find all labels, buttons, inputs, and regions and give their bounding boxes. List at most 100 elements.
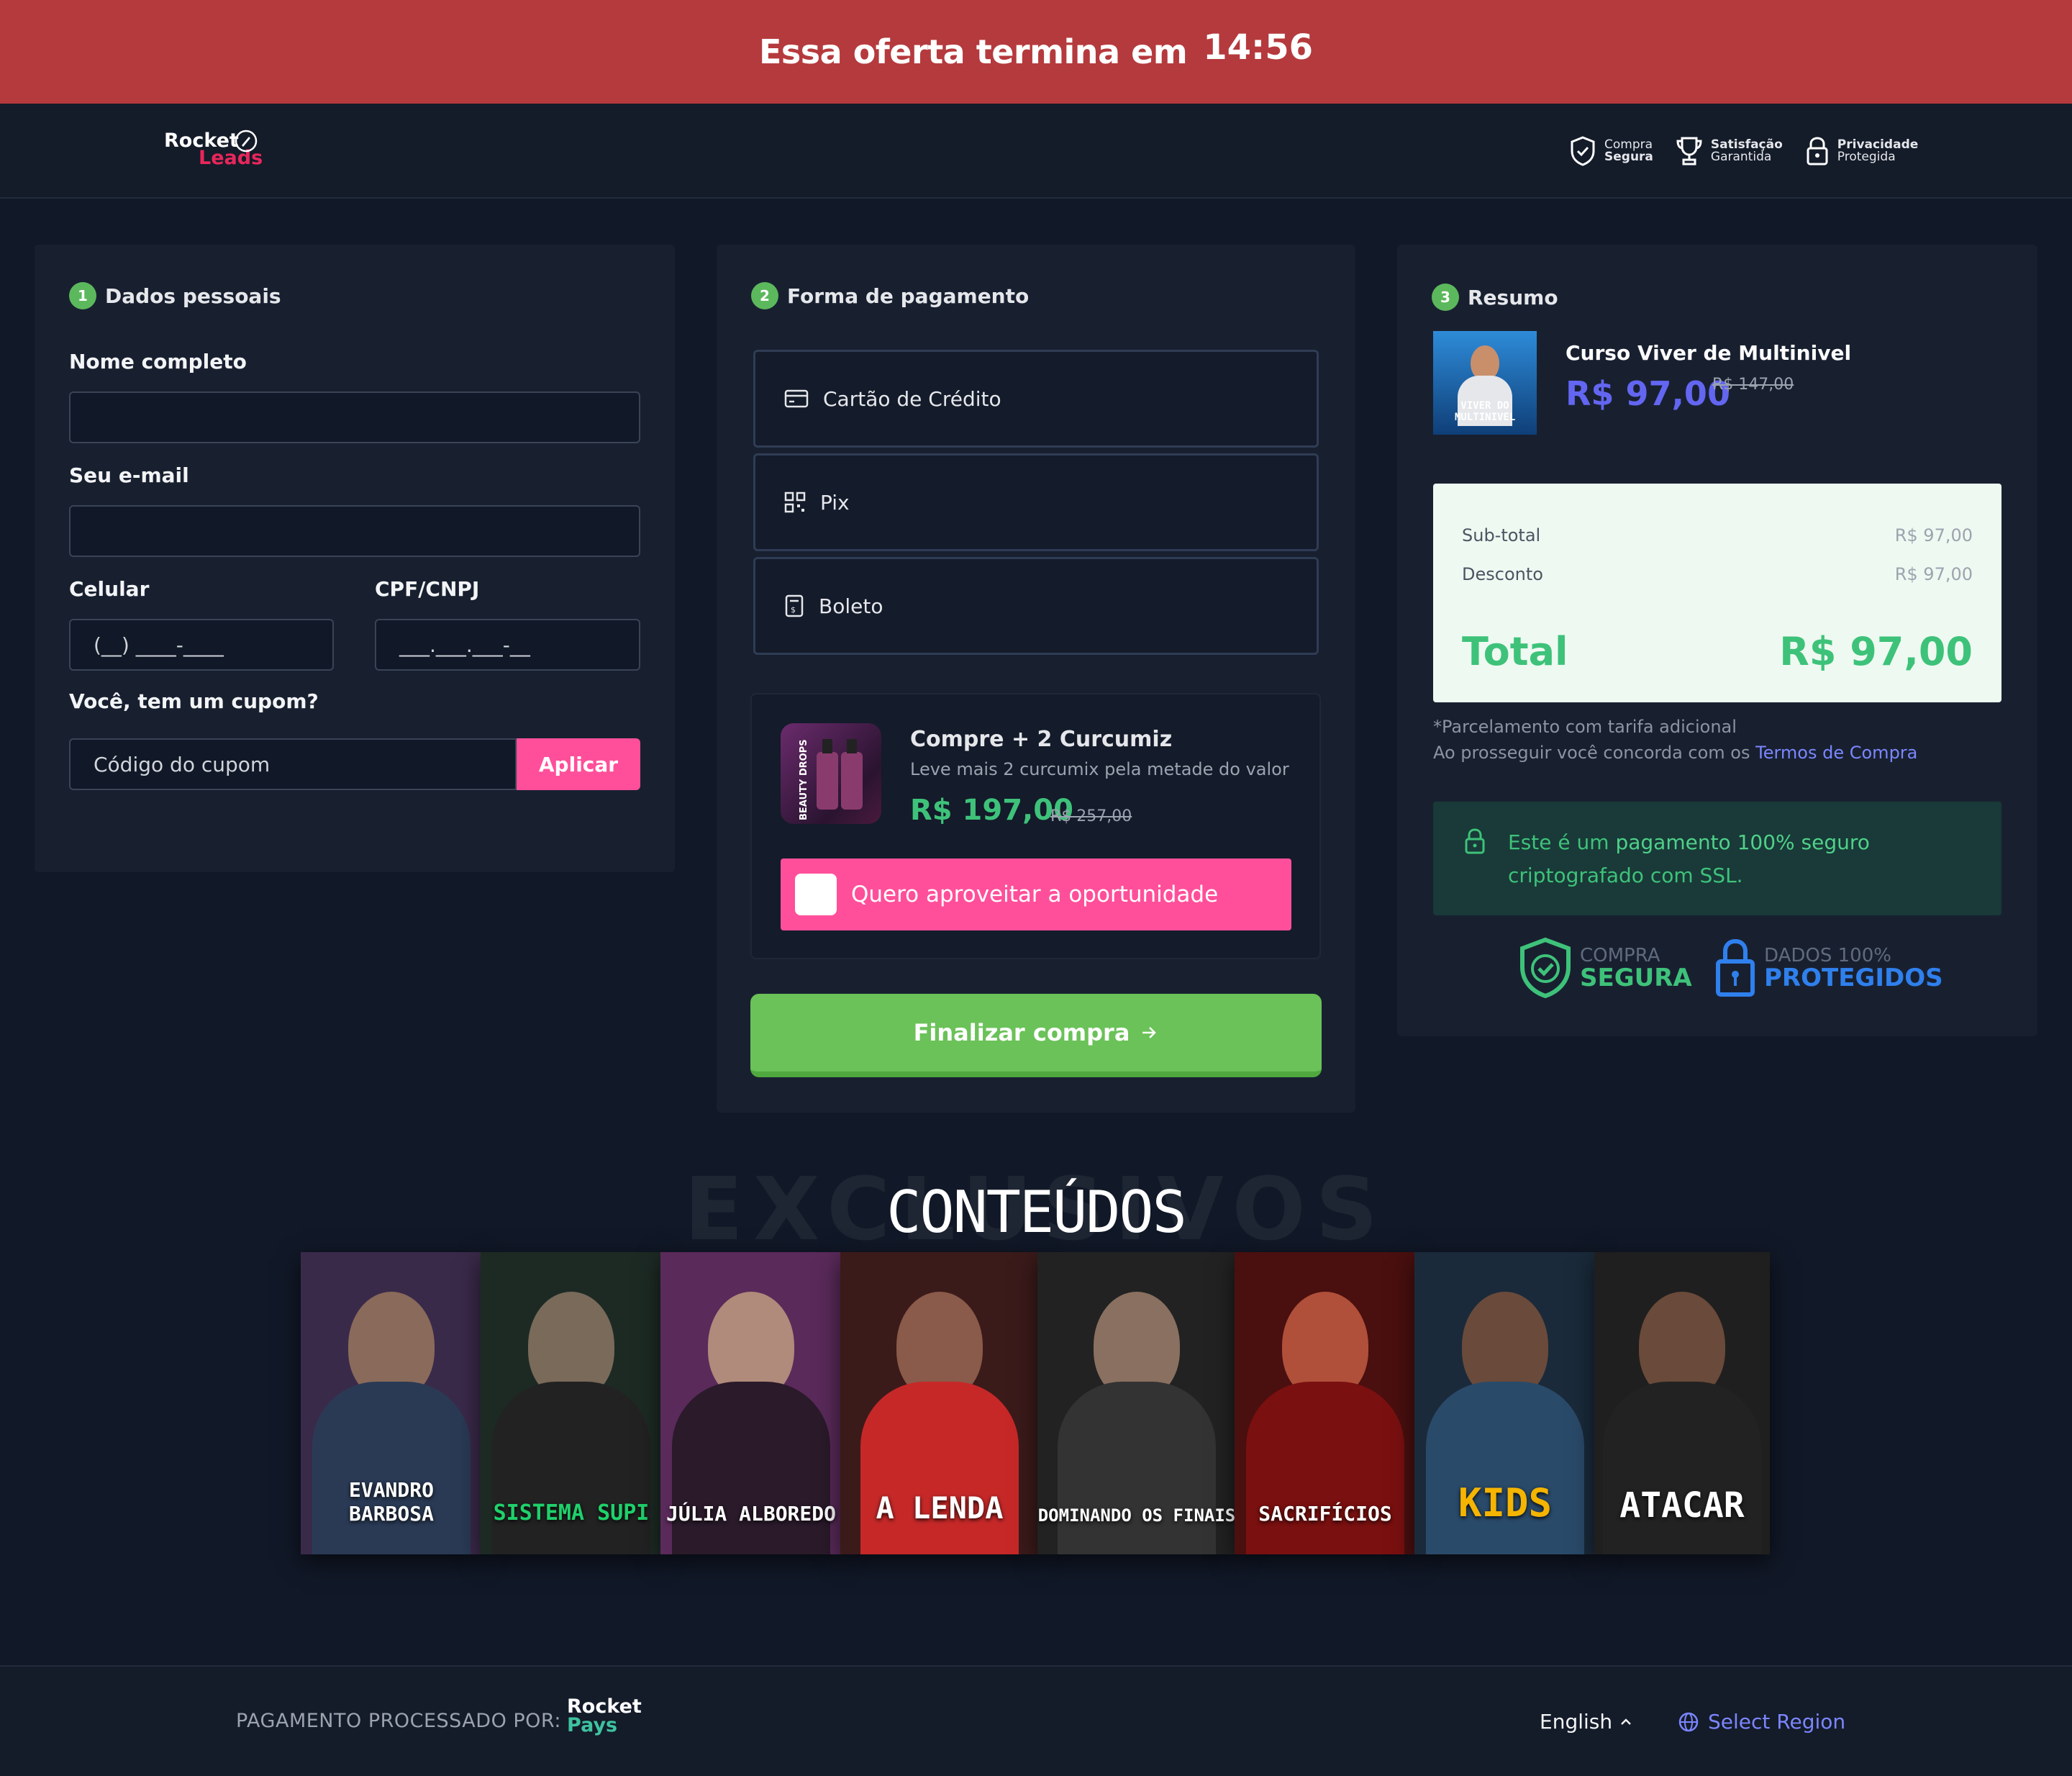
- seal1-bottom: SEGURA: [1580, 964, 1692, 992]
- upsell-title: Compre + 2 Curcumiz: [910, 727, 1173, 752]
- course-showcase: EVANDRO BARBOSA SISTEMA SUPI JÚLIA ALBOR…: [301, 1252, 1770, 1562]
- credit-card-icon: [784, 389, 809, 408]
- globe-icon: [1678, 1712, 1699, 1731]
- arrow-right-icon: [1142, 1027, 1157, 1038]
- step-heading-personal: 1 Dados pessoais: [69, 282, 281, 309]
- step-title: Resumo: [1468, 285, 1558, 309]
- ssl-secure-notice: Este é um pagamento 100% seguro criptogr…: [1433, 802, 2001, 915]
- upsell-cta-label: Quero aproveitar a oportunidade: [851, 882, 1219, 907]
- step-heading-payment: 2 Forma de pagamento: [751, 282, 1029, 309]
- poster-chessflix-kids[interactable]: KIDS: [1414, 1252, 1596, 1554]
- upsell-image-text: BEAUTY DROPS: [799, 739, 809, 820]
- product-thumbnail: VIVER DO MULTINIVEL: [1433, 331, 1537, 435]
- shield-check-icon: [1520, 937, 1571, 999]
- product-old-price: R$ 147,00: [1712, 376, 1794, 394]
- terms-link[interactable]: Termos de Compra: [1755, 743, 1917, 763]
- badge-line2: Protegida: [1837, 150, 1896, 164]
- poster-title: SACRIFÍCIOS: [1258, 1502, 1392, 1526]
- coupon-input[interactable]: Código do cupom: [69, 738, 517, 790]
- region-selector[interactable]: Select Region: [1678, 1710, 1845, 1734]
- apply-coupon-button[interactable]: Aplicar: [517, 738, 640, 790]
- rocket-pays-logo-line2: Pays: [567, 1714, 618, 1736]
- cpf-cnpj-label: CPF/CNPJ: [375, 577, 480, 601]
- showcase-title: CONTEÚDOS: [886, 1179, 1186, 1246]
- order-totals: Sub-total R$ 97,00 Desconto R$ 97,00 Tot…: [1433, 484, 2001, 702]
- language-selector[interactable]: English: [1540, 1710, 1632, 1734]
- discount-value: R$ 97,00: [1894, 564, 1973, 584]
- language-label: English: [1540, 1710, 1613, 1734]
- poster-julia-alboredo[interactable]: JÚLIA ALBOREDO: [660, 1252, 842, 1554]
- badge-satisfacao: Satisfação Garantida: [1675, 135, 1783, 167]
- poster-title: SISTEMA SUPI: [493, 1500, 650, 1526]
- poster-sistema-supi[interactable]: SISTEMA SUPI: [481, 1252, 662, 1554]
- phone-input[interactable]: (__) ____-____: [69, 619, 334, 671]
- svg-text:$: $: [791, 605, 796, 615]
- poster-como-atacar[interactable]: ATACAR: [1594, 1252, 1770, 1554]
- upsell-checkbox[interactable]: [795, 874, 837, 915]
- site-footer: PAGAMENTO PROCESSADO POR: Rocket Pays En…: [0, 1665, 2072, 1776]
- poster-a-lenda[interactable]: A LENDA: [840, 1252, 1039, 1554]
- lock-icon: [1465, 828, 1485, 854]
- trust-badges: Compra Segura Satisfação Garantida Privaci…: [1568, 135, 1918, 167]
- seal1-top: COMPRA: [1580, 945, 1660, 966]
- installment-note: *Parcelamento com tarifa adicional: [1433, 717, 1737, 737]
- seal2-bottom: PROTEGIDOS: [1764, 964, 1943, 992]
- email-label: Seu e-mail: [69, 463, 189, 487]
- seal-dados-protegidos: DADOS 100% PROTEGIDOS: [1714, 937, 1943, 999]
- total-label: Total: [1462, 629, 1568, 674]
- badge-privacidade: Privacidade Protegida: [1804, 135, 1918, 167]
- rocket-leads-logo[interactable]: Rocket Leads: [164, 130, 265, 176]
- badge-compra-segura: Compra Segura: [1568, 135, 1653, 167]
- secure-text-bold: pagamento 100% seguro: [1615, 830, 1870, 854]
- step-heading-summary: 3 Resumo: [1432, 284, 1558, 311]
- upsell-price: R$ 197,00: [910, 794, 1073, 827]
- chevron-up-icon: [1621, 1718, 1631, 1725]
- badge-line2: Garantida: [1710, 150, 1772, 164]
- payment-option-label: Boleto: [819, 594, 883, 618]
- step-title: Dados pessoais: [105, 284, 281, 308]
- cpf-cnpj-input[interactable]: ___.___.___-__: [375, 619, 640, 671]
- payment-option-label: Cartão de Crédito: [823, 386, 1001, 411]
- seal2-top: DADOS 100%: [1764, 945, 1891, 966]
- payment-option-boleto[interactable]: $ Boleto: [753, 557, 1319, 655]
- lock-icon: [1807, 137, 1828, 166]
- poster-sacrificios[interactable]: SACRIFÍCIOS: [1235, 1252, 1416, 1554]
- personal-data-card: 1 Dados pessoais Nome completo Seu e-mai…: [35, 245, 675, 872]
- offer-timer: 14:56: [1203, 27, 1314, 68]
- poster-title: KIDS: [1458, 1480, 1553, 1526]
- rocket-icon: [235, 130, 258, 153]
- site-header: Rocket Leads Compra Segura Satisfação Gara…: [0, 104, 2072, 199]
- poster-title: DOMINANDO OS FINAIS: [1037, 1505, 1236, 1526]
- poster-dominando-os-finais[interactable]: DOMINANDO OS FINAIS: [1037, 1252, 1236, 1554]
- poster-title: EVANDRO BARBOSA: [348, 1478, 434, 1526]
- product-name: Curso Viver de Multinivel: [1566, 341, 1852, 365]
- poster-evandro-barbosa[interactable]: EVANDRO BARBOSA: [301, 1252, 482, 1554]
- region-label: Select Region: [1708, 1710, 1846, 1734]
- email-input[interactable]: [69, 505, 640, 557]
- step-number: 3: [1432, 284, 1459, 311]
- finalize-label: Finalizar compra: [913, 1019, 1130, 1046]
- name-input[interactable]: [69, 391, 640, 443]
- name-label: Nome completo: [69, 350, 247, 373]
- discount-label: Desconto: [1462, 564, 1543, 584]
- offer-message: Essa oferta termina em: [758, 32, 1188, 71]
- payment-option-credit-card[interactable]: Cartão de Crédito: [753, 350, 1319, 448]
- upsell-subtitle: Leve mais 2 curcumix pela metade do valo…: [910, 759, 1289, 779]
- poster-title: JÚLIA ALBOREDO: [665, 1502, 836, 1526]
- upsell-accept-toggle[interactable]: Quero aproveitar a oportunidade: [781, 858, 1291, 930]
- secure-text-1: Este é um: [1508, 830, 1609, 854]
- phone-label: Celular: [69, 577, 150, 601]
- payment-option-pix[interactable]: Pix: [753, 453, 1319, 551]
- upsell-old-price: R$ 257,00: [1050, 807, 1132, 825]
- processed-by-label: PAGAMENTO PROCESSADO POR:: [236, 1710, 561, 1732]
- barcode-document-icon: $: [785, 594, 804, 617]
- upsell-offer: BEAUTY DROPS Compre + 2 Curcumiz Leve ma…: [750, 693, 1321, 959]
- step-title: Forma de pagamento: [787, 284, 1030, 308]
- total-value: R$ 97,00: [1779, 629, 1973, 674]
- upsell-product-image: BEAUTY DROPS: [781, 723, 881, 824]
- poster-title: A LENDA: [876, 1490, 1004, 1526]
- terms-note: Ao prosseguir você concorda com os Termo…: [1433, 743, 1917, 763]
- secure-text-2: criptografado com SSL.: [1508, 864, 1743, 887]
- finalize-purchase-button[interactable]: Finalizar compra: [750, 994, 1322, 1077]
- subtotal-label: Sub-total: [1462, 525, 1541, 545]
